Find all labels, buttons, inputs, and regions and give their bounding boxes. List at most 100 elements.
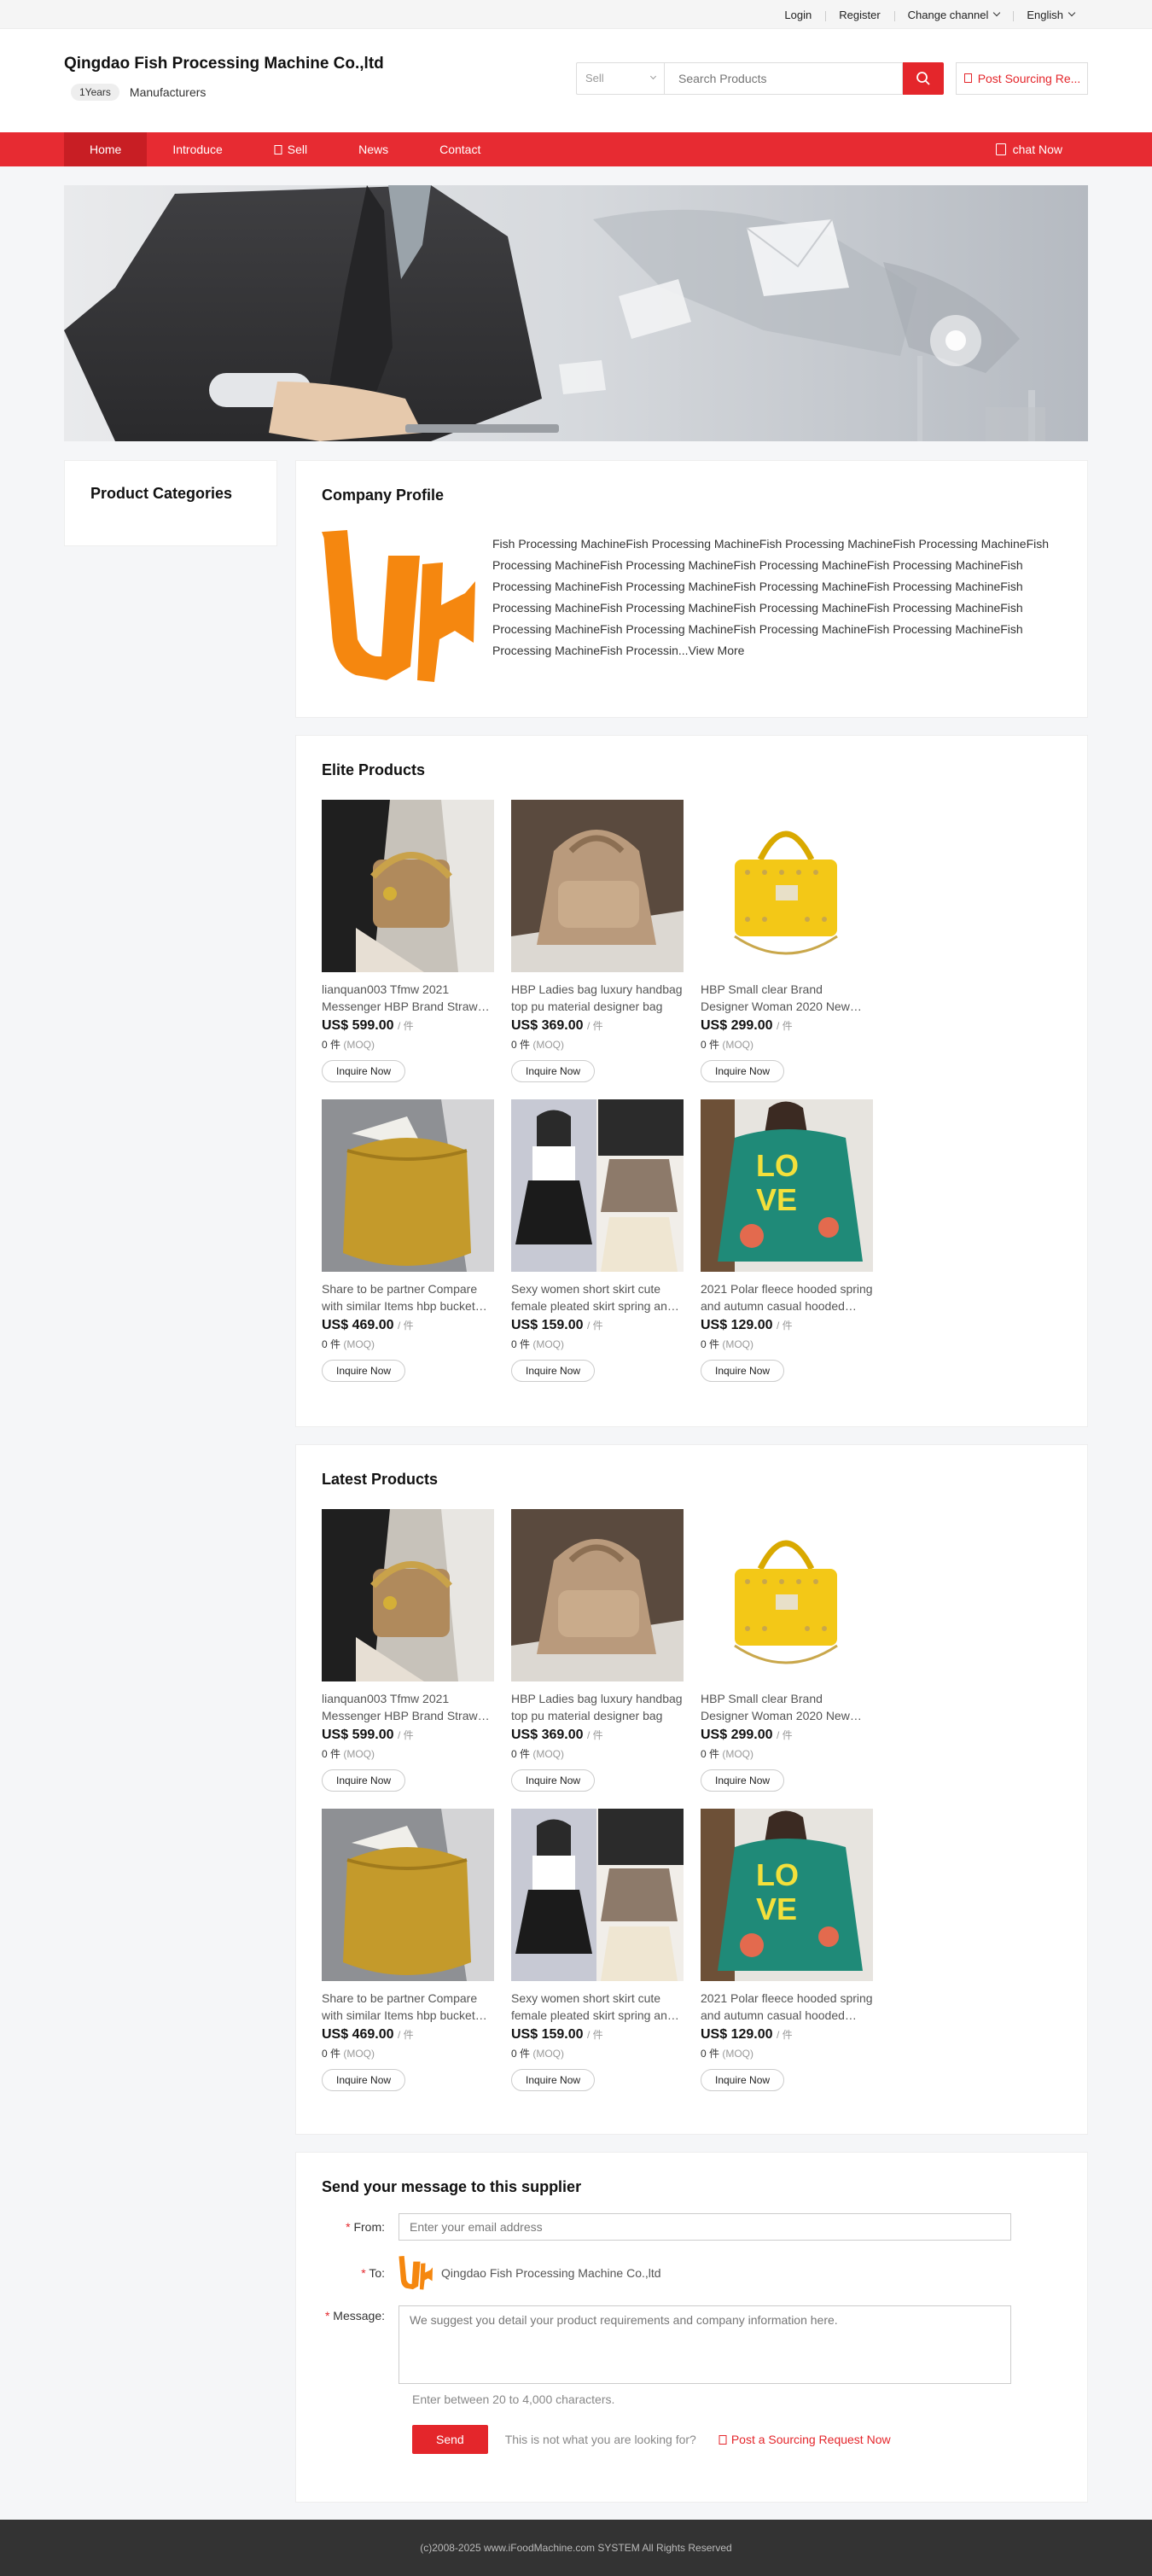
- price-value: US$ 369.00: [511, 1018, 584, 1033]
- product-name[interactable]: lianquan003 Tfmw 2021 Messenger HBP Bran…: [322, 1690, 494, 1724]
- language-label: English: [1027, 8, 1063, 21]
- inquire-now-button[interactable]: Inquire Now: [322, 1360, 406, 1382]
- nav-contact-label: Contact: [439, 143, 481, 156]
- moq-label: (MOQ): [722, 2048, 754, 2060]
- view-more-link[interactable]: View More: [689, 644, 745, 657]
- pleated-skirt-image[interactable]: [511, 1099, 684, 1272]
- product-moq: 0 件 (MOQ): [322, 1037, 494, 1052]
- price-unit: / 件: [776, 1320, 793, 1332]
- search-input[interactable]: [664, 61, 903, 95]
- message-textarea[interactable]: We suggest you detail your product requi…: [399, 2305, 1011, 2384]
- straw-bag-image[interactable]: [322, 1509, 494, 1681]
- search-type-select[interactable]: Sell: [576, 61, 664, 95]
- product-card[interactable]: Share to be partner Compare with similar…: [322, 1099, 494, 1382]
- yellow-handbag-image[interactable]: [701, 1509, 873, 1681]
- leather-bag-image[interactable]: [511, 1509, 684, 1681]
- product-card[interactable]: HBP Small clear Brand Designer Woman 202…: [701, 1509, 873, 1792]
- straw-bag-image[interactable]: [322, 800, 494, 972]
- nav-introduce[interactable]: Introduce: [147, 132, 247, 166]
- product-name[interactable]: Share to be partner Compare with similar…: [322, 1280, 494, 1314]
- product-card[interactable]: Sexy women short skirt cute female pleat…: [511, 1099, 684, 1382]
- moq-quantity: 0 件: [511, 2048, 531, 2060]
- top-bar: Login Register Change channel English: [0, 0, 1152, 29]
- product-name[interactable]: HBP Ladies bag luxury handbag top pu mat…: [511, 1690, 684, 1724]
- inquire-now-button[interactable]: Inquire Now: [701, 1360, 785, 1382]
- product-name[interactable]: lianquan003 Tfmw 2021 Messenger HBP Bran…: [322, 981, 494, 1015]
- nav-news[interactable]: News: [333, 132, 414, 166]
- inquire-now-button[interactable]: Inquire Now: [701, 2069, 785, 2091]
- company-name[interactable]: Qingdao Fish Processing Machine Co.,ltd: [64, 55, 576, 73]
- product-card[interactable]: lianquan003 Tfmw 2021 Messenger HBP Bran…: [322, 800, 494, 1082]
- svg-text:VE: VE: [756, 1182, 797, 1217]
- product-name[interactable]: Sexy women short skirt cute female pleat…: [511, 1990, 684, 2024]
- product-price: US$ 599.00 / 件: [322, 1728, 494, 1743]
- nav-contact[interactable]: Contact: [414, 132, 506, 166]
- product-card[interactable]: Share to be partner Compare with similar…: [322, 1809, 494, 2091]
- price-value: US$ 159.00: [511, 1318, 584, 1332]
- product-card[interactable]: HBP Small clear Brand Designer Woman 202…: [701, 800, 873, 1082]
- search-icon: [916, 71, 930, 85]
- product-price: US$ 469.00 / 件: [322, 1318, 494, 1333]
- post-sourcing-link[interactable]: Post a Sourcing Request Now: [719, 2433, 891, 2446]
- product-price: US$ 299.00 / 件: [701, 1018, 873, 1034]
- price-value: US$ 129.00: [701, 1318, 773, 1332]
- email-placeholder: Enter your email address: [410, 2220, 543, 2234]
- send-button[interactable]: Send: [412, 2425, 488, 2454]
- product-name[interactable]: HBP Small clear Brand Designer Woman 202…: [701, 981, 873, 1015]
- product-card[interactable]: LO VE 2021 Polar fleece hooded spring and …: [701, 1099, 873, 1382]
- inquire-now-button[interactable]: Inquire Now: [511, 1769, 596, 1792]
- product-moq: 0 件 (MOQ): [322, 2046, 494, 2060]
- post-sourcing-button[interactable]: Post Sourcing Re...: [956, 61, 1088, 95]
- moq-quantity: 0 件: [511, 1748, 531, 1760]
- product-name[interactable]: HBP Small clear Brand Designer Woman 202…: [701, 1690, 873, 1724]
- product-card[interactable]: Sexy women short skirt cute female pleat…: [511, 1809, 684, 2091]
- login-link[interactable]: Login: [771, 9, 825, 21]
- inquire-now-button[interactable]: Inquire Now: [511, 1060, 596, 1082]
- email-field[interactable]: Enter your email address: [399, 2213, 1011, 2241]
- moq-quantity: 0 件: [322, 1748, 341, 1760]
- product-moq: 0 件 (MOQ): [701, 2046, 873, 2060]
- product-name[interactable]: 2021 Polar fleece hooded spring and autu…: [701, 1990, 873, 2024]
- nav-home[interactable]: Home: [64, 132, 148, 166]
- yellow-handbag-image[interactable]: [701, 800, 873, 972]
- product-card[interactable]: HBP Ladies bag luxury handbag top pu mat…: [511, 1509, 684, 1792]
- product-price: US$ 159.00 / 件: [511, 2027, 684, 2043]
- product-moq: 0 件 (MOQ): [511, 1037, 684, 1052]
- bucket-bag-image[interactable]: [322, 1099, 494, 1272]
- product-card[interactable]: HBP Ladies bag luxury handbag top pu mat…: [511, 800, 684, 1082]
- language-dropdown[interactable]: English: [1013, 9, 1088, 21]
- svg-text:VE: VE: [756, 1891, 797, 1926]
- register-link[interactable]: Register: [825, 9, 893, 21]
- inquire-now-button[interactable]: Inquire Now: [511, 2069, 596, 2091]
- product-price: US$ 369.00 / 件: [511, 1018, 684, 1034]
- moq-label: (MOQ): [722, 1039, 754, 1051]
- inquire-now-button[interactable]: Inquire Now: [701, 1769, 785, 1792]
- brand: Qingdao Fish Processing Machine Co.,ltd …: [64, 55, 576, 101]
- product-name[interactable]: HBP Ladies bag luxury handbag top pu mat…: [511, 981, 684, 1015]
- product-card[interactable]: LO VE 2021 Polar fleece hooded spring and …: [701, 1809, 873, 2091]
- product-card[interactable]: lianquan003 Tfmw 2021 Messenger HBP Bran…: [322, 1509, 494, 1792]
- leather-bag-image[interactable]: [511, 800, 684, 972]
- inquire-now-button[interactable]: Inquire Now: [322, 2069, 406, 2091]
- pleated-skirt-image[interactable]: [511, 1809, 684, 1981]
- inquire-now-button[interactable]: Inquire Now: [322, 1060, 406, 1082]
- product-categories-title: Product Categories: [90, 485, 233, 502]
- product-name[interactable]: 2021 Polar fleece hooded spring and autu…: [701, 1280, 873, 1314]
- nav-sell[interactable]: Sell: [248, 132, 333, 166]
- search-button[interactable]: [903, 61, 944, 95]
- hero-banner: [64, 185, 1088, 441]
- elite-products-panel: Elite Products lianquan003 Tfmw 2021 Mes…: [295, 735, 1088, 1427]
- product-name[interactable]: Share to be partner Compare with similar…: [322, 1990, 494, 2024]
- inquire-now-button[interactable]: Inquire Now: [511, 1360, 596, 1382]
- hoodie-sweater-image[interactable]: LOVE: [701, 1809, 873, 1981]
- price-unit: / 件: [397, 2029, 414, 2041]
- moq-label: (MOQ): [343, 1338, 375, 1350]
- chat-now-button[interactable]: chat Now: [995, 143, 1088, 156]
- bucket-bag-image[interactable]: [322, 1809, 494, 1981]
- inquire-now-button[interactable]: Inquire Now: [322, 1769, 406, 1792]
- inquire-now-button[interactable]: Inquire Now: [701, 1060, 785, 1082]
- change-channel-dropdown[interactable]: Change channel: [893, 9, 1014, 21]
- product-moq: 0 件 (MOQ): [511, 1337, 684, 1351]
- product-name[interactable]: Sexy women short skirt cute female pleat…: [511, 1280, 684, 1314]
- hoodie-sweater-image[interactable]: LOVE: [701, 1099, 873, 1272]
